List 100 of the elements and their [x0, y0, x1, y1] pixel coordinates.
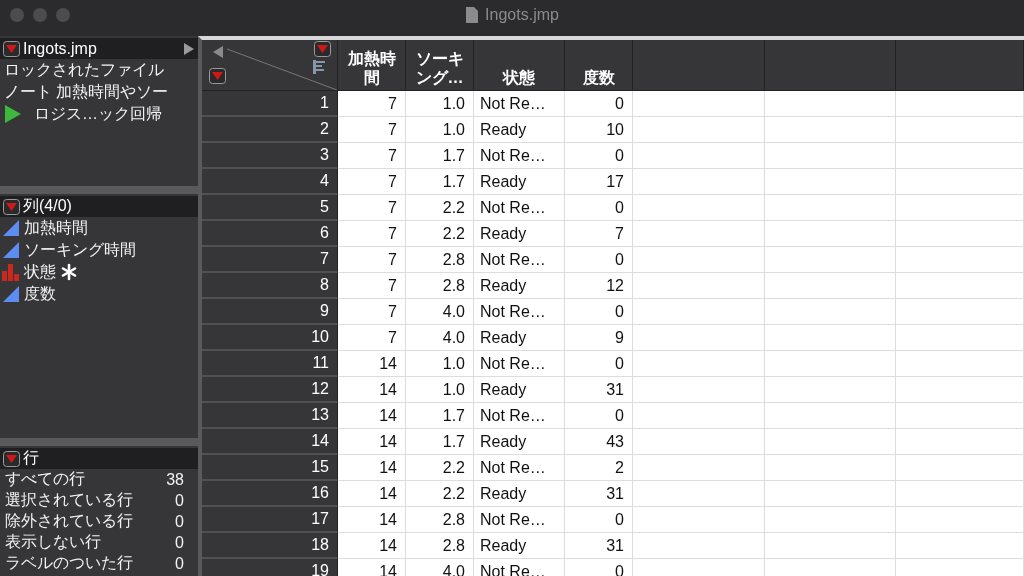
row-menu-button[interactable]	[209, 68, 226, 84]
play-icon[interactable]	[4, 104, 22, 124]
column-name[interactable]: 加熱時間	[24, 217, 88, 239]
table-cell: 2.8	[406, 507, 474, 533]
row-number[interactable]: 15	[202, 455, 338, 481]
column-header[interactable]: 度数	[582, 68, 615, 87]
table-cell: Not Re…	[474, 455, 565, 481]
table-cell: 2.8	[406, 247, 474, 273]
table-cell: 14	[338, 533, 406, 559]
table-cell: Not Re…	[474, 403, 565, 429]
table-cell: 7	[338, 195, 406, 221]
table-cell: Ready	[474, 273, 565, 299]
table-cell: 1.7	[406, 169, 474, 195]
row-count: 0	[175, 533, 184, 552]
expand-arrow-icon[interactable]	[184, 42, 194, 55]
row-number[interactable]: 2	[202, 117, 338, 143]
row-number[interactable]: 11	[202, 351, 338, 377]
table-cell: Not Re…	[474, 143, 565, 169]
column-name[interactable]: ソーキング時間	[24, 239, 136, 261]
table-cell: 1.7	[406, 403, 474, 429]
table-cell: 2	[565, 455, 633, 481]
row-number[interactable]: 9	[202, 299, 338, 325]
table-cell: 14	[338, 429, 406, 455]
table-cell: 14	[338, 351, 406, 377]
table-cell: 7	[338, 117, 406, 143]
table-cell: 7	[338, 247, 406, 273]
table-cell: Not Re…	[474, 507, 565, 533]
row-number[interactable]: 17	[202, 507, 338, 533]
table-cell: 1.0	[406, 91, 474, 117]
column-header[interactable]: 状態	[503, 68, 535, 87]
table-cell: 7	[338, 221, 406, 247]
table-cell: 7	[338, 91, 406, 117]
left-arrow-icon[interactable]	[213, 46, 223, 58]
table-cell: 14	[338, 403, 406, 429]
script-item[interactable]: ロジス…ック回帰	[34, 103, 162, 125]
table-cell: 2.2	[406, 481, 474, 507]
continuous-column-icon	[2, 285, 20, 303]
row-count: 0	[175, 491, 184, 510]
table-cell: Not Re…	[474, 91, 565, 117]
row-number[interactable]: 19	[202, 559, 338, 576]
table-cell: Not Re…	[474, 299, 565, 325]
table-cell: 31	[565, 533, 633, 559]
row-count-label: ラベルのついた行	[5, 553, 134, 573]
column-menu-button[interactable]	[314, 41, 331, 57]
row-number[interactable]: 6	[202, 221, 338, 247]
table-cell: Not Re…	[474, 195, 565, 221]
table-cell: 0	[565, 143, 633, 169]
window-title: Ingots.jmp	[485, 6, 559, 24]
row-number[interactable]: 16	[202, 481, 338, 507]
row-number[interactable]: 10	[202, 325, 338, 351]
row-count-label: 除外されている行	[5, 511, 134, 531]
menu-triangle-button[interactable]	[3, 40, 20, 57]
row-number[interactable]: 12	[202, 377, 338, 403]
table-cell: 14	[338, 481, 406, 507]
table-cell: 14	[338, 455, 406, 481]
table-cell: 0	[565, 507, 633, 533]
row-number[interactable]: 4	[202, 169, 338, 195]
table-cell: Ready	[474, 169, 565, 195]
row-number[interactable]: 8	[202, 273, 338, 299]
table-cell: 14	[338, 507, 406, 533]
table-cell: 7	[338, 299, 406, 325]
row-number[interactable]: 18	[202, 533, 338, 559]
table-cell: 0	[565, 403, 633, 429]
table-cell: 10	[565, 117, 633, 143]
row-number[interactable]: 7	[202, 247, 338, 273]
table-cell: 1.7	[406, 429, 474, 455]
table-cell: 9	[565, 325, 633, 351]
table-cell: Ready	[474, 117, 565, 143]
table-cell: 2.8	[406, 533, 474, 559]
row-number[interactable]: 5	[202, 195, 338, 221]
table-cell: 4.0	[406, 325, 474, 351]
table-cell: 14	[338, 377, 406, 403]
table-cell: 1.0	[406, 117, 474, 143]
table-cell: 4.0	[406, 299, 474, 325]
table-cell: 2.8	[406, 273, 474, 299]
table-cell: 0	[565, 299, 633, 325]
continuous-column-icon	[2, 241, 20, 259]
continuous-column-icon	[2, 219, 20, 237]
row-number[interactable]: 3	[202, 143, 338, 169]
row-number[interactable]: 1	[202, 91, 338, 117]
document-icon	[465, 6, 480, 24]
table-cell: 0	[565, 91, 633, 117]
table-cell: 7	[565, 221, 633, 247]
table-cell: 17	[565, 169, 633, 195]
table-cell: Ready	[474, 325, 565, 351]
menu-triangle-button[interactable]	[3, 198, 20, 215]
column-name[interactable]: 度数	[24, 283, 56, 305]
table-cell: Not Re…	[474, 351, 565, 377]
row-number[interactable]: 13	[202, 403, 338, 429]
table-cell: 0	[565, 351, 633, 377]
menu-triangle-button[interactable]	[3, 450, 20, 467]
row-count-label: すべての行	[5, 469, 86, 489]
panel-item: ノート 加熱時間やソー	[4, 81, 169, 102]
panel-title: 行	[23, 448, 40, 468]
column-name[interactable]: 状態	[24, 261, 56, 283]
table-cell: 7	[338, 325, 406, 351]
row-count-label: 表示しない行	[5, 532, 102, 552]
table-cell: 7	[338, 273, 406, 299]
sort-lines-icon	[313, 60, 327, 74]
row-number[interactable]: 14	[202, 429, 338, 455]
